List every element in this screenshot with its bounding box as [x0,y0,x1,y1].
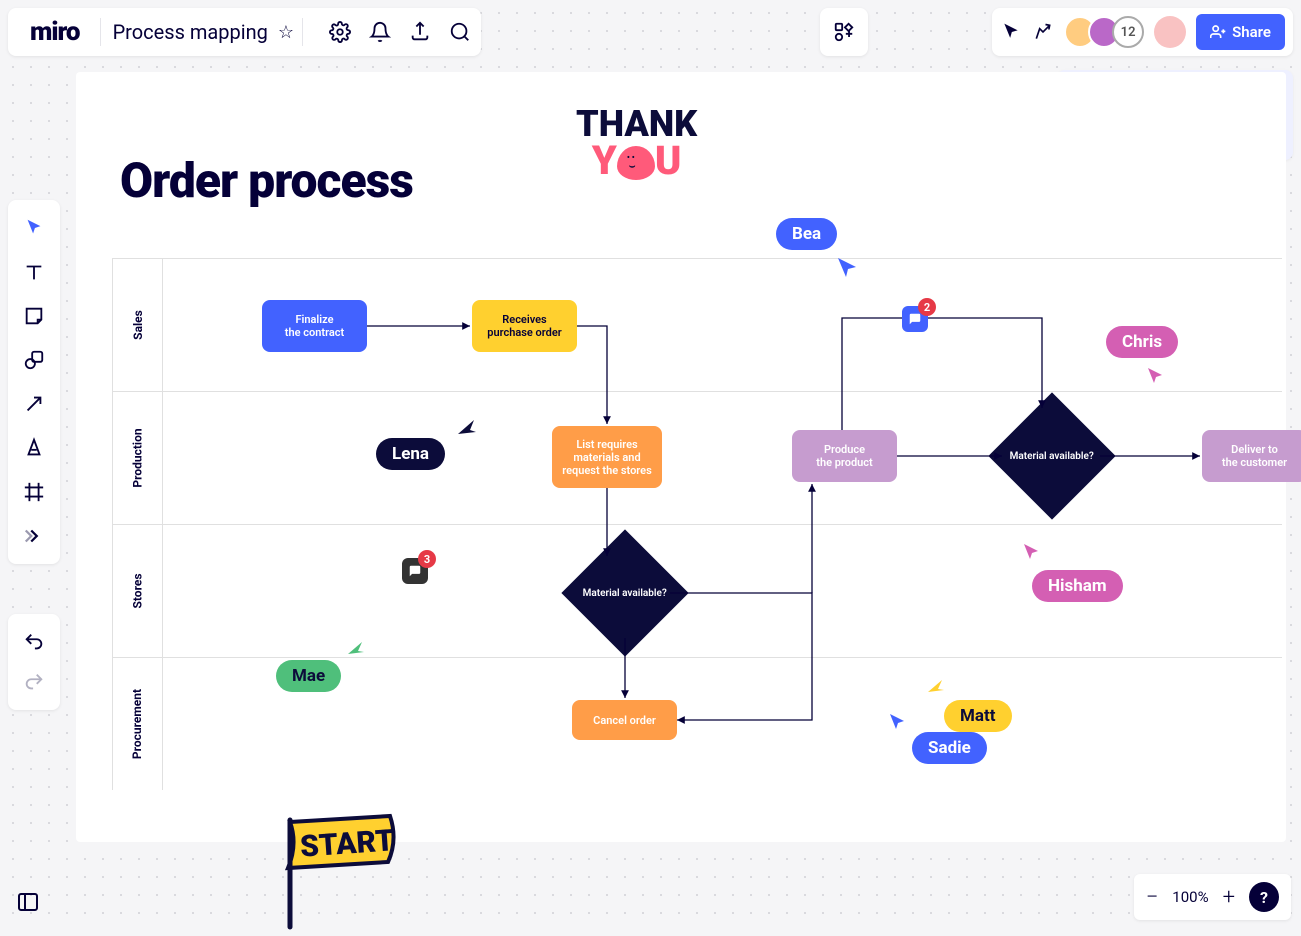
divider [302,18,303,46]
help-button[interactable]: ? [1249,882,1279,912]
node-produce[interactable]: Producethe product [792,430,897,482]
arrow-tool[interactable] [14,384,54,424]
node-receives[interactable]: Receivespurchase order [472,300,577,352]
badge-count: 2 [918,298,936,316]
node-finalize[interactable]: Finalizethe contract [262,300,367,352]
cursor-bea: Bea [776,218,837,250]
zoom-value[interactable]: 100% [1172,888,1208,906]
star-icon[interactable]: ☆ [278,22,294,43]
apps-button[interactable] [820,8,868,56]
cursor-pointer-icon [346,638,366,658]
cursor-lena: Lena [376,438,445,470]
sticky-note-tool[interactable] [14,296,54,336]
cursor-matt: Matt [944,700,1012,732]
miro-logo[interactable]: miro [18,17,92,47]
badge-count: 3 [418,550,436,568]
comment-badge[interactable]: 2 [902,306,928,332]
lane-label: Production [131,428,145,487]
undo-panel [8,614,60,710]
bell-icon[interactable] [369,21,391,43]
zoom-out-button[interactable]: − [1146,885,1159,910]
sticker-text: THANK [576,108,697,140]
header-bar: miro Process mapping ☆ [8,8,481,56]
cursor-mode-icon[interactable] [1000,21,1022,43]
node-list[interactable]: List requires materials and request the … [552,426,662,488]
collaboration-bar: 12 Share [992,8,1293,56]
cursor-pointer-icon [456,416,478,438]
cursor-hisham: Hisham [1032,570,1123,602]
start-flag-sticker[interactable]: START [270,812,410,936]
cursor-pointer-icon [888,712,908,732]
node-deliver[interactable]: Deliver tothe customer [1202,430,1301,482]
reactions-icon[interactable] [1032,21,1054,43]
redo-button[interactable] [14,662,54,702]
user-avatars[interactable]: 12 [1064,16,1144,48]
cursor-pointer-icon [1022,542,1042,562]
cursor-pointer-icon [1146,366,1166,386]
select-tool[interactable] [14,208,54,248]
cursor-mae: Mae [276,660,341,692]
zoom-controls: − 100% + ? [1134,874,1291,920]
share-button[interactable]: Share [1196,14,1285,50]
pen-tool[interactable] [14,428,54,468]
board-canvas[interactable]: Order process THANK Y• •⌣U Sales Product… [76,72,1286,842]
comment-badge[interactable]: 3 [402,558,428,584]
lane-label: Stores [131,574,145,609]
settings-icon[interactable] [329,21,351,43]
thank-you-sticker[interactable]: THANK Y• •⌣U [576,108,697,179]
share-label: Share [1232,23,1271,41]
svg-text:START: START [299,823,395,864]
cursor-sadie: Sadie [912,732,987,764]
cursor-pointer-icon [926,676,946,696]
lane-label: Sales [130,310,144,340]
page-title[interactable]: Order process [120,152,413,209]
frames-panel-icon[interactable] [12,886,44,918]
lane-label: Procurement [131,689,145,759]
more-tools[interactable] [14,516,54,556]
search-icon[interactable] [449,21,471,43]
presenting-avatar[interactable] [1154,16,1186,48]
frame-tool[interactable] [14,472,54,512]
undo-button[interactable] [14,622,54,662]
avatar-count[interactable]: 12 [1112,16,1144,48]
tools-toolbar [8,200,60,564]
zoom-in-button[interactable]: + [1223,885,1235,910]
cursor-pointer-icon [836,256,860,280]
cursor-chris: Chris [1106,326,1178,358]
shape-tool[interactable] [14,340,54,380]
export-icon[interactable] [409,21,431,43]
divider [100,18,101,46]
node-cancel[interactable]: Cancel order [572,700,677,740]
text-tool[interactable] [14,252,54,292]
board-title[interactable]: Process mapping [109,20,272,44]
